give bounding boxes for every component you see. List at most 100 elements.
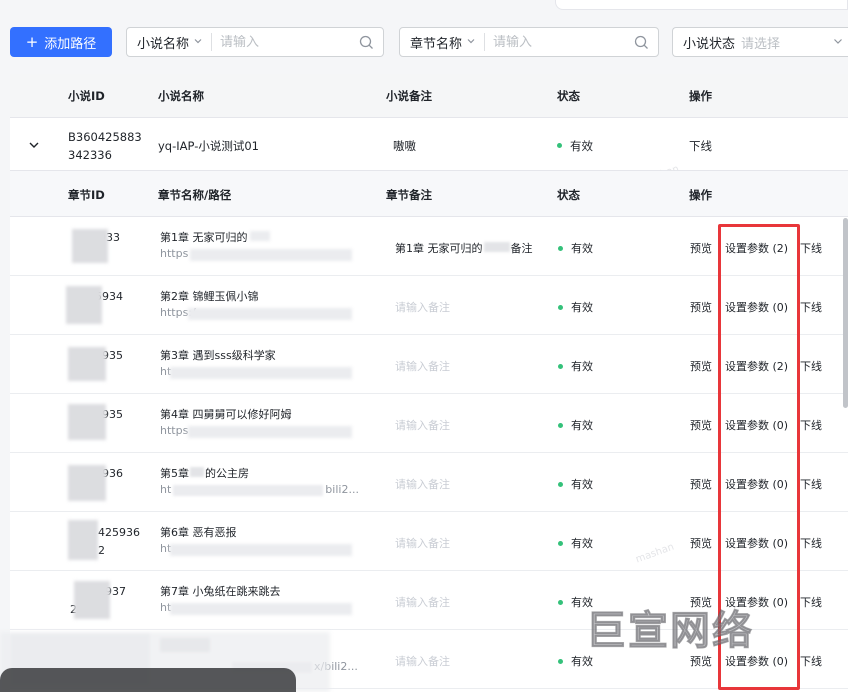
chevron-down-icon[interactable] (26, 137, 42, 153)
chapter-row: 25936 第5章的公主房 htbili2... 请输入备注 有效 预览 设置参… (10, 453, 848, 512)
chapter-name: 第4章 四舅舅可以修好阿姆 (160, 408, 292, 421)
novel-name: yq-IAP-小说测试01 (158, 139, 259, 153)
search-icon[interactable] (630, 31, 652, 53)
redacted-block (66, 286, 102, 324)
chapter-note-placeholder[interactable]: 请输入备注 (395, 653, 450, 669)
offline-link[interactable]: 下线 (800, 358, 822, 374)
chapter-note-placeholder[interactable]: 请输入备注 (395, 299, 450, 315)
chapter-path: https (160, 424, 189, 437)
redacted-block (68, 404, 106, 440)
bottom-dark-bar (0, 668, 296, 692)
offline-link[interactable]: 下线 (800, 476, 822, 492)
redacted-block (170, 544, 352, 556)
header-actions: 操作 (689, 89, 712, 103)
plus-icon: + (25, 33, 39, 51)
brand-watermark: 巨宣网络 (586, 608, 754, 655)
novel-status: 有效 (557, 138, 593, 154)
novel-name-filter-label: 小说名称 (137, 36, 190, 52)
preview-link[interactable]: 预览 (690, 476, 712, 492)
header-novel-name: 小说名称 (158, 89, 204, 103)
chapter-note-placeholder[interactable]: 请输入备注 (395, 358, 450, 374)
redacted-block (68, 465, 106, 501)
chapter-row: 25935 第4章 四舅舅可以修好阿姆 https 请输入备注 有效 预览 设置… (10, 394, 848, 453)
novel-name-search-input[interactable] (212, 34, 355, 50)
set-params-link[interactable]: 设置参数 (0) (725, 417, 788, 433)
redacted-block (190, 249, 352, 261)
chapter-status: 有效 (558, 240, 593, 256)
chapter-name-search-input[interactable] (485, 34, 630, 50)
redacted-block (188, 426, 352, 438)
chapter-name: 第1章 无家可归的 (160, 231, 248, 244)
chapter-name: 第3章 遇到sss级科学家 (160, 349, 276, 362)
preview-link[interactable]: 预览 (690, 240, 712, 256)
chevron-down-icon (466, 36, 476, 49)
offline-link[interactable]: 下线 (800, 535, 822, 551)
chapter-name-filter: 章节名称 (399, 27, 659, 57)
header-chapter-note: 章节备注 (386, 188, 432, 202)
chapter-note-placeholder[interactable]: 请输入备注 (395, 417, 450, 433)
header-novel-id: 小说ID (68, 89, 105, 103)
chapter-note-placeholder[interactable]: 请输入备注 (395, 535, 450, 551)
offline-link[interactable]: 下线 (800, 417, 822, 433)
set-params-link[interactable]: 设置参数 (0) (725, 299, 788, 315)
chevron-down-icon (832, 35, 844, 50)
chapter-name-filter-label: 章节名称 (410, 36, 463, 52)
search-icon[interactable] (355, 31, 377, 53)
offline-link[interactable]: 下线 (800, 653, 822, 669)
chapter-status: 有效 (558, 535, 593, 551)
header-chapter-actions: 操作 (689, 188, 712, 202)
status-dot (557, 143, 562, 148)
preview-link[interactable]: 预览 (690, 299, 712, 315)
redacted-block (74, 581, 110, 619)
novel-offline-link[interactable]: 下线 (689, 138, 712, 154)
novel-status-placeholder: 请选择 (741, 36, 781, 52)
set-params-link[interactable]: 设置参数 (2) (725, 358, 788, 374)
novel-id-line2: 342336 (68, 148, 112, 162)
preview-link[interactable]: 预览 (690, 417, 712, 433)
chapter-row: 5933 第1章 无家可归的 https 第1章 无家可归的备注 有效 预览 设… (10, 217, 848, 276)
browser-extension-strip (555, 0, 848, 10)
novel-name-filter: 小说名称 (126, 27, 384, 57)
chapter-path: ht bili2... (160, 483, 359, 496)
table-header: 小说ID 小说名称 小说备注 状态 操作 (10, 74, 848, 118)
header-chapter-status: 状态 (557, 188, 580, 202)
chapter-status: 有效 (558, 476, 593, 492)
novel-status-filter-label: 小说状态 (683, 36, 736, 52)
set-params-link[interactable]: 设置参数 (2) (725, 240, 788, 256)
offline-link[interactable]: 下线 (800, 240, 822, 256)
novel-note[interactable]: 嗷嗷 (393, 138, 416, 154)
add-path-label: 添加路径 (44, 36, 97, 52)
redacted-block (170, 603, 352, 615)
redacted-block (68, 520, 98, 560)
faint-watermark: mashan (634, 541, 676, 566)
table-scrollbar[interactable] (843, 218, 848, 408)
header-chapter-id: 章节ID (68, 188, 105, 202)
chapter-header: 章节ID 章节名称/路径 章节备注 状态 操作 (10, 171, 848, 217)
chapter-note-placeholder[interactable]: 请输入备注 (395, 594, 450, 610)
offline-link[interactable]: 下线 (800, 299, 822, 315)
chapter-status: 有效 (558, 358, 593, 374)
chapter-name: 第5章 的公主房 (160, 467, 249, 480)
chapter-note-placeholder[interactable]: 请输入备注 (395, 476, 450, 492)
set-params-link[interactable]: 设置参数 (0) (725, 476, 788, 492)
set-params-link[interactable]: 设置参数 (0) (725, 535, 788, 551)
chapter-row: 425936 2 第6章 恶有恶报 ht 请输入备注 有效 预览 设置参数 (0)… (10, 512, 848, 571)
offline-link[interactable]: 下线 (800, 594, 822, 610)
header-chapter-name: 章节名称/路径 (158, 188, 232, 202)
preview-link[interactable]: 预览 (690, 535, 712, 551)
chapter-note[interactable]: 第1章 无家可归的 备注 (395, 240, 533, 256)
chapter-name: 第7章 小兔纸在跳来跳去 (160, 585, 281, 598)
preview-link[interactable]: 预览 (690, 358, 712, 374)
novel-name-filter-select[interactable]: 小说名称 (127, 33, 213, 52)
chapter-name: 第2章 锦鲤玉佩小锦 (160, 290, 259, 303)
redacted-block (250, 231, 270, 241)
add-path-button[interactable]: + 添加路径 (10, 27, 112, 57)
novel-status-filter[interactable]: 小说状态 请选择 (672, 27, 848, 57)
chapter-status: 有效 (558, 299, 593, 315)
chapter-name-filter-select[interactable]: 章节名称 (400, 33, 486, 52)
chapter-status: 有效 (558, 417, 593, 433)
novel-row: B360425883 342336 yq-IAP-小说测试01 嗷嗷 有效 下线… (10, 118, 848, 187)
redacted-block (170, 367, 352, 379)
header-status: 状态 (557, 89, 580, 103)
chapter-row: 25934 第2章 锦鲤玉佩小锦 https:/ 请输入备注 有效 预览 设置参… (10, 276, 848, 335)
